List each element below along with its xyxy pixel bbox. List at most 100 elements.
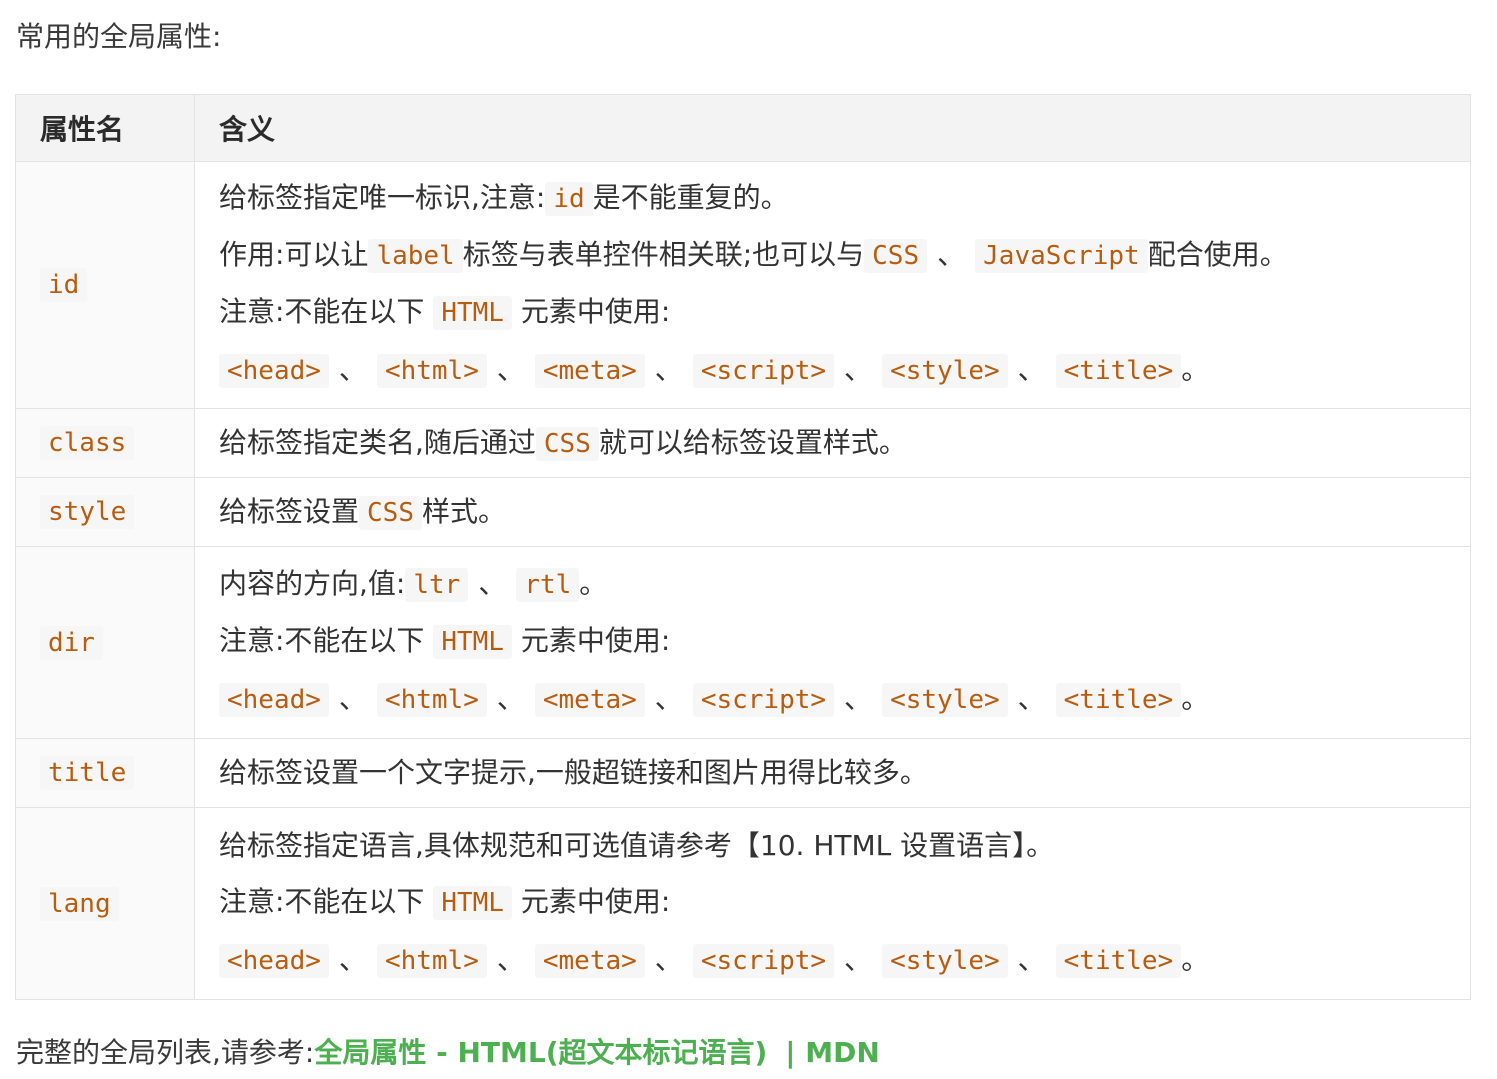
separator: 、 — [1017, 942, 1046, 976]
desc-text: 给标签指定唯一标识,注意: — [219, 181, 546, 214]
inline-code: HTML — [433, 625, 512, 659]
desc-text: 作用:可以让 — [219, 238, 369, 271]
footer-text: 完整的全局列表,请参考: — [16, 1036, 315, 1069]
separator: 、 — [1017, 682, 1046, 715]
period: 。 — [1181, 942, 1210, 976]
tag-list: <head> 、 <html> 、 <meta> 、 <script> 、 <style> 、 <t… — [219, 931, 1469, 990]
section-heading: 常用的全局属性: — [16, 20, 222, 53]
mdn-link[interactable]: | MDN — [767, 1036, 880, 1069]
inline-code: label — [368, 239, 463, 273]
separator: 、 — [338, 353, 367, 386]
desc-text: 就可以给标签设置样式。 — [598, 425, 907, 459]
separator: 、 — [844, 682, 873, 715]
desc-text: 内容的方向,值: — [219, 567, 406, 600]
tag-list: <head> 、 <html> 、 <meta> 、 <script> 、 <style> 、 <t… — [219, 670, 1469, 729]
inline-code: rtl — [516, 568, 580, 602]
tag-code: <script> — [692, 683, 835, 717]
desc-line: 作用:可以让 label 标签与表单控件相关联;也可以与 CSS 、 JavaScript… — [219, 227, 1469, 284]
desc-text: 配合使用。 — [1147, 238, 1288, 271]
separator: 、 — [937, 238, 966, 271]
desc-line: 注意:不能在以下 HTML 元素中使用: — [219, 284, 1469, 341]
desc-text: 是不能重复的。 — [592, 181, 789, 214]
separator: 、 — [478, 567, 507, 600]
inline-code: id — [545, 182, 593, 216]
tag-code: <head> — [219, 354, 329, 388]
desc-line: 给标签设置 CSS 样式。 — [219, 484, 1469, 541]
separator: 、 — [496, 682, 525, 715]
inline-code: JavaScript — [975, 239, 1148, 273]
attr-desc-cell: 给标签设置一个文字提示,一般超链接和图片用得比较多。 — [194, 738, 1471, 808]
column-header-meaning: 含义 — [194, 94, 1471, 162]
attr-name-title: title — [40, 756, 135, 790]
mdn-global-attributes-link[interactable]: 全局属性 - HTML(超文本标记语言) — [314, 1036, 767, 1069]
desc-line: 给标签指定类名,随后通过 CSS 就可以给标签设置样式。 — [219, 415, 1469, 472]
tag-code: <html> — [376, 943, 487, 978]
inline-code: CSS — [535, 426, 599, 461]
desc-text: 元素中使用: — [520, 295, 671, 328]
attr-desc-cell: 给标签设置 CSS 样式。 — [194, 477, 1471, 547]
tag-code: <title> — [1055, 354, 1182, 388]
inline-code: HTML — [433, 885, 512, 920]
desc-text: 注意:不能在以下 — [219, 624, 425, 657]
separator: 、 — [844, 353, 873, 386]
separator: 、 — [654, 942, 683, 976]
desc-text: 给标签指定类名,随后通过 — [219, 425, 536, 459]
table-row-style: style 给标签设置 CSS 样式。 — [15, 477, 1471, 547]
inline-code: ltr — [405, 568, 469, 602]
attr-name-cell: class — [15, 408, 195, 478]
tag-code: <style> — [882, 354, 1008, 388]
tag-code: <head> — [219, 943, 329, 978]
desc-text: 标签与表单控件相关联;也可以与 — [462, 238, 865, 271]
period: 。 — [1181, 682, 1210, 715]
attr-name-cell: title — [15, 738, 195, 808]
table-row-class: class 给标签指定类名,随后通过 CSS 就可以给标签设置样式。 — [15, 408, 1471, 478]
attr-name-lang: lang — [40, 886, 119, 921]
separator: 、 — [654, 682, 683, 715]
attr-name-class: class — [40, 426, 135, 460]
footer-reference: 完整的全局列表,请参考:全局属性 - HTML(超文本标记语言) | MDN — [16, 1034, 880, 1072]
desc-text: 注意:不能在以下 — [219, 295, 425, 328]
tag-code: <meta> — [534, 943, 645, 978]
separator: 、 — [1017, 353, 1046, 386]
table-row-dir: dir 内容的方向,值: ltr、 rtl。 注意:不能在以下 HTML 元素中使用… — [15, 546, 1471, 739]
table-row-lang: lang 给标签指定语言,具体规范和可选值请参考【10. HTML 设置语言】。… — [15, 807, 1471, 1000]
attr-desc-cell: 给标签指定语言,具体规范和可选值请参考【10. HTML 设置语言】。 注意:不… — [194, 807, 1471, 1000]
tag-code: <html> — [376, 354, 487, 388]
tag-code: <meta> — [534, 354, 645, 388]
attr-name-id: id — [40, 268, 88, 302]
attr-desc-cell: 给标签指定类名,随后通过 CSS 就可以给标签设置样式。 — [194, 408, 1471, 478]
tag-code: <head> — [219, 683, 329, 717]
table-row-title: title 给标签设置一个文字提示,一般超链接和图片用得比较多。 — [15, 738, 1471, 808]
table-header-row: 属性名 含义 — [15, 94, 1471, 162]
desc-line: 内容的方向,值: ltr 、 rtl。 — [219, 556, 1469, 613]
desc-line: 给标签设置一个文字提示,一般超链接和图片用得比较多。 — [219, 756, 928, 789]
desc-text: 注意:不能在以下 — [219, 884, 425, 918]
attr-name-cell: style — [15, 477, 195, 547]
desc-text: 元素中使用: — [520, 884, 671, 918]
desc-line: 注意:不能在以下 HTML 元素中使用: — [219, 613, 1469, 670]
inline-code: CSS — [359, 495, 422, 530]
separator: 、 — [338, 682, 367, 715]
tag-code: <title> — [1055, 943, 1182, 978]
attr-name-cell: lang — [15, 807, 195, 1000]
desc-text: 样式。 — [421, 494, 506, 528]
attr-name-cell: dir — [15, 546, 195, 739]
separator: 、 — [496, 353, 525, 386]
attr-desc-cell: 给标签指定唯一标识,注意: id 是不能重复的。 作用:可以让 label 标签与表单控… — [194, 161, 1471, 409]
inline-code: CSS — [864, 239, 928, 273]
inline-code: HTML — [433, 296, 512, 330]
period: 。 — [579, 567, 608, 600]
desc-line: 注意:不能在以下 HTML 元素中使用: — [219, 874, 1469, 931]
table-row-id: id 给标签指定唯一标识,注意: id 是不能重复的。 作用:可以让 label 标签与… — [15, 161, 1471, 409]
separator: 、 — [338, 942, 367, 976]
period: 。 — [1181, 353, 1210, 386]
desc-text: 元素中使用: — [520, 624, 671, 657]
desc-text: 给标签设置 — [219, 494, 360, 528]
tag-code: <script> — [692, 354, 835, 388]
attr-desc-cell: 内容的方向,值: ltr、 rtl。 注意:不能在以下 HTML 元素中使用: <h… — [194, 546, 1471, 739]
tag-code: <style> — [882, 943, 1008, 978]
attr-name-dir: dir — [40, 625, 103, 660]
tag-list: <head> 、 <html> 、 <meta> 、 <script> 、 <style> 、 <t… — [219, 341, 1469, 400]
desc-line: 给标签指定语言,具体规范和可选值请参考【10. HTML 设置语言】。 — [219, 828, 1055, 862]
separator: 、 — [844, 942, 873, 976]
